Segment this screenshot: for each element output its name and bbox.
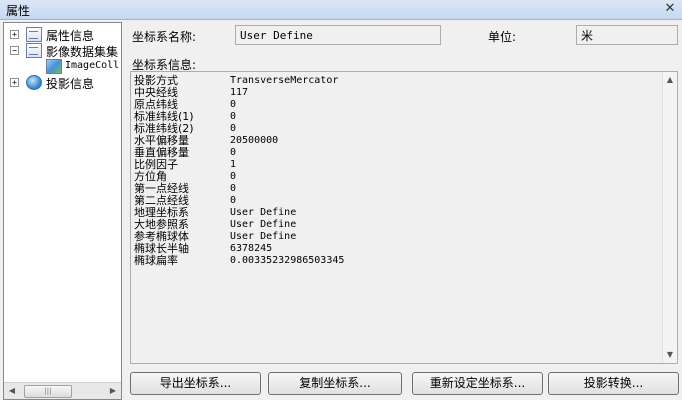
scroll-thumb[interactable]: ||| [24, 385, 72, 398]
info-vertical-scrollbar[interactable]: ▲ ▼ [662, 72, 677, 363]
expand-icon[interactable]: + [10, 30, 19, 39]
scroll-right-icon[interactable]: ▶ [105, 383, 121, 399]
tree-node-image-collection[interactable]: ImageColl [4, 58, 121, 74]
globe-icon [26, 75, 42, 90]
close-icon: ✕ [664, 1, 676, 16]
unit-field[interactable]: 米 [576, 25, 678, 45]
coord-info-text[interactable]: 投影方式 TransverseMercator 中央经线 117 原点纬线 0 标准纬… [130, 71, 678, 364]
tree-node-label: 投影信息 [46, 77, 95, 91]
window-title: 属性 [6, 4, 31, 18]
tree-node-image-dataset[interactable]: − 影像数据集集 [4, 42, 121, 59]
unit-label: 单位: [488, 30, 517, 44]
tree-node-attributes[interactable]: + 属性信息 [4, 26, 121, 43]
scroll-down-icon[interactable]: ▼ [663, 347, 677, 363]
tree-node-projection[interactable]: + 投影信息 [4, 74, 121, 91]
table-icon [26, 27, 42, 42]
expand-icon[interactable]: + [10, 78, 19, 87]
reset-coord-button[interactable]: 重新设定坐标系... [412, 372, 543, 395]
export-coord-button[interactable]: 导出坐标系... [130, 372, 261, 395]
title-bar: 属性 ✕ [0, 0, 682, 20]
collapse-icon[interactable]: − [10, 46, 19, 55]
close-button[interactable]: ✕ [662, 1, 678, 17]
projection-convert-button[interactable]: 投影转换... [548, 372, 679, 395]
raster-icon [46, 59, 62, 74]
tree-horizontal-scrollbar[interactable]: ◀ ||| ▶ [4, 382, 121, 399]
copy-coord-button[interactable]: 复制坐标系... [268, 372, 402, 395]
scroll-up-icon[interactable]: ▲ [663, 72, 677, 88]
scroll-left-icon[interactable]: ◀ [4, 383, 20, 399]
coord-name-field[interactable]: User Define [235, 25, 441, 45]
tree-panel[interactable]: + 属性信息 − 影像数据集集 ImageColl + 投影信息 ◀ ||| ▶ [3, 22, 122, 400]
dataset-icon [26, 43, 42, 58]
tree-node-label: ImageColl [65, 60, 120, 71]
coord-name-label: 坐标系名称: [132, 30, 197, 44]
